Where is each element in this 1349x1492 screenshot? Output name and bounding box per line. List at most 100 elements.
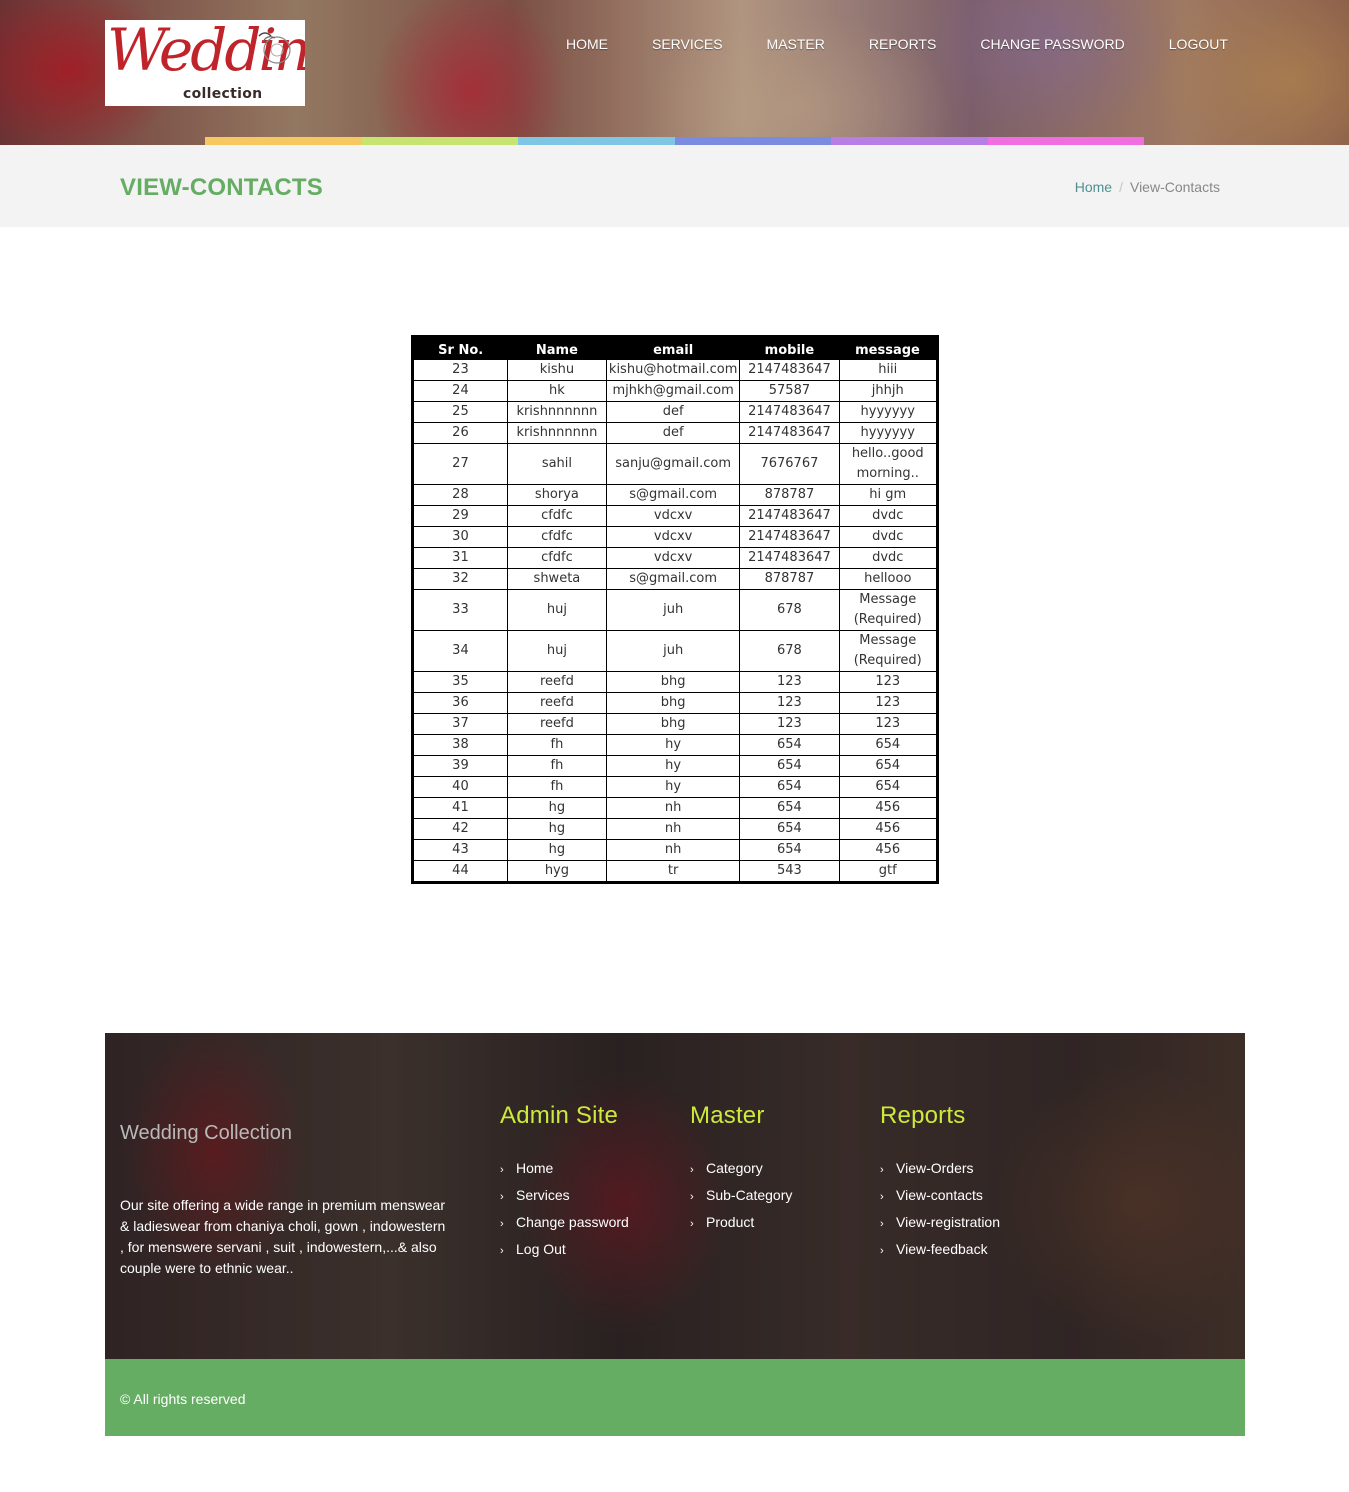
cell-name: huj xyxy=(506,589,607,631)
cell-mobile: 123 xyxy=(739,713,840,735)
table-row: 42 hg nh 654 456 xyxy=(412,818,938,840)
cell-sr-no: 37 xyxy=(412,713,508,735)
cell-name: hyg xyxy=(506,860,607,883)
cell-message: 654 xyxy=(838,734,938,756)
copyright-text: © All rights reserved xyxy=(120,1391,246,1407)
cell-message: hyyyyyy xyxy=(838,422,938,444)
footer-link-view-orders[interactable]: › View-Orders xyxy=(880,1156,1000,1183)
color-strip-segment xyxy=(987,137,1144,145)
site-logo[interactable]: Wedding collection xyxy=(105,20,305,106)
cell-email: bhg xyxy=(605,713,741,735)
cell-message: 123 xyxy=(838,692,938,714)
table-row: 38 fh hy 654 654 xyxy=(412,734,938,756)
column-header-sr-no: Sr No. xyxy=(412,336,508,360)
table-row: 31 cfdfc vdcxv 2147483647 dvdc xyxy=(412,547,938,569)
footer-link-label: View-Orders xyxy=(896,1160,974,1176)
cell-mobile: 2147483647 xyxy=(739,526,840,548)
footer-link-product[interactable]: › Product xyxy=(690,1210,792,1237)
footer-link-sub-category[interactable]: › Sub-Category xyxy=(690,1183,792,1210)
table-row: 41 hg nh 654 456 xyxy=(412,797,938,819)
cell-message: 456 xyxy=(838,818,938,840)
cell-message: 654 xyxy=(838,776,938,798)
cell-mobile: 2147483647 xyxy=(739,401,840,423)
footer-link-view-feedback[interactable]: › View-feedback xyxy=(880,1237,1000,1264)
column-header-name: Name xyxy=(507,336,607,360)
cell-mobile: 654 xyxy=(739,818,840,840)
cell-name: fh xyxy=(506,734,607,756)
cell-mobile: 57587 xyxy=(739,380,840,402)
cell-message: 456 xyxy=(838,839,938,861)
nav-services[interactable]: SERVICES xyxy=(630,36,745,52)
footer-link-label: Home xyxy=(516,1160,554,1176)
cell-message: Message (Required) xyxy=(838,630,938,672)
footer-link-home[interactable]: › Home xyxy=(500,1156,629,1183)
contacts-table-wrapper: Sr No. Name email mobile message 23 kishu… xyxy=(411,335,939,884)
footer-link-label: Product xyxy=(706,1214,755,1230)
table-row: 30 cfdfc vdcxv 2147483647 dvdc xyxy=(412,526,938,548)
chevron-right-icon: › xyxy=(690,1191,694,1203)
table-header-row: Sr No. Name email mobile message xyxy=(412,336,938,360)
cell-email: hy xyxy=(605,734,741,756)
nav-home[interactable]: HOME xyxy=(544,36,630,52)
cell-mobile: 2147483647 xyxy=(739,505,840,527)
table-row: 43 hg nh 654 456 xyxy=(412,839,938,861)
cell-sr-no: 32 xyxy=(412,568,508,590)
cell-sr-no: 26 xyxy=(412,422,508,444)
cell-mobile: 654 xyxy=(739,839,840,861)
copyright-bar: © All rights reserved xyxy=(105,1359,1245,1436)
nav-change-password[interactable]: CHANGE PASSWORD xyxy=(958,36,1146,52)
cell-name: fh xyxy=(506,776,607,798)
cell-email: juh xyxy=(605,589,741,631)
cell-email: vdcxv xyxy=(605,547,741,569)
cell-sr-no: 43 xyxy=(412,839,508,861)
footer-link-view-registration[interactable]: › View-registration xyxy=(880,1210,1000,1237)
cell-mobile: 654 xyxy=(739,776,840,798)
table-row: 37 reefd bhg 123 123 xyxy=(412,713,938,735)
cell-sr-no: 38 xyxy=(412,734,508,756)
contacts-table-body: 23 kishu kishu@hotmail.com 2147483647 hiii 24… xyxy=(412,359,938,883)
cell-sr-no: 39 xyxy=(412,755,508,777)
cell-message: hyyyyyy xyxy=(838,401,938,423)
cell-name: krishnnnnnn xyxy=(506,422,607,444)
contacts-table: Sr No. Name email mobile message 23 kishu… xyxy=(411,335,939,884)
logo-sub-text: collection xyxy=(183,86,263,102)
cell-message: 654 xyxy=(838,755,938,777)
cell-sr-no: 25 xyxy=(412,401,508,423)
cell-message: 123 xyxy=(838,671,938,693)
breadcrumb-separator: / xyxy=(1119,179,1123,195)
chevron-right-icon: › xyxy=(880,1245,884,1257)
cell-message: Message (Required) xyxy=(838,589,938,631)
footer-link-log-out[interactable]: › Log Out xyxy=(500,1237,629,1264)
cell-name: cfdfc xyxy=(506,505,607,527)
color-strip-segment xyxy=(205,137,362,145)
footer-link-category[interactable]: › Category xyxy=(690,1156,792,1183)
nav-reports[interactable]: REPORTS xyxy=(847,36,958,52)
cell-message: dvdc xyxy=(838,505,938,527)
cell-sr-no: 24 xyxy=(412,380,508,402)
cell-email: mjhkh@gmail.com xyxy=(605,380,741,402)
breadcrumb-home-link[interactable]: Home xyxy=(1075,179,1112,195)
table-row: 44 hyg tr 543 gtf xyxy=(412,860,938,883)
cell-name: reefd xyxy=(506,713,607,735)
cell-mobile: 2147483647 xyxy=(739,547,840,569)
title-bar: VIEW-CONTACTS Home / View-Contacts xyxy=(0,145,1349,227)
footer-link-change-password[interactable]: › Change password xyxy=(500,1210,629,1237)
cell-sr-no: 44 xyxy=(412,860,508,883)
cell-mobile: 654 xyxy=(739,797,840,819)
cell-name: shweta xyxy=(506,568,607,590)
table-row: 24 hk mjhkh@gmail.com 57587 jhhjh xyxy=(412,380,938,402)
cell-mobile: 878787 xyxy=(739,568,840,590)
nav-master[interactable]: MASTER xyxy=(745,36,847,52)
footer-link-services[interactable]: › Services xyxy=(500,1183,629,1210)
cell-message: jhhjh xyxy=(838,380,938,402)
footer-column-admin-site: Admin Site › Home › Services › Change passw… xyxy=(500,1102,629,1264)
breadcrumb: Home / View-Contacts xyxy=(1075,179,1220,195)
page-title: VIEW-CONTACTS xyxy=(120,174,323,201)
nav-logout[interactable]: LOGOUT xyxy=(1147,36,1250,52)
cell-message: hellooo xyxy=(838,568,938,590)
footer-link-view-contacts[interactable]: › View-contacts xyxy=(880,1183,1000,1210)
table-row: 32 shweta s@gmail.com 878787 hellooo xyxy=(412,568,938,590)
table-row: 25 krishnnnnnn def 2147483647 hyyyyyy xyxy=(412,401,938,423)
table-row: 35 reefd bhg 123 123 xyxy=(412,671,938,693)
cell-mobile: 2147483647 xyxy=(739,422,840,444)
